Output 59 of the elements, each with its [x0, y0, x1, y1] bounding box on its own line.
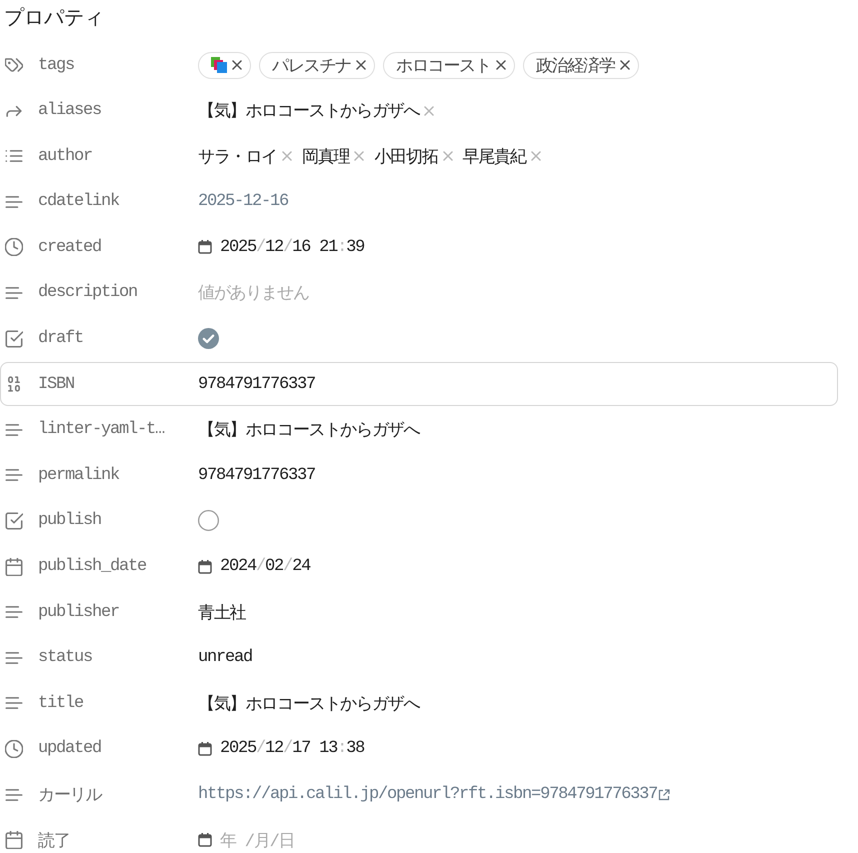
books-icon [211, 57, 227, 73]
link[interactable]: 2025-12-16 [198, 192, 288, 212]
property-name: created [38, 238, 102, 257]
close-icon[interactable] [356, 60, 366, 70]
property-name: title [38, 694, 84, 713]
property-name: publish [38, 511, 102, 530]
property-name: カーリル [38, 786, 102, 806]
date-field[interactable]: 2025/12/17 13:38 [198, 739, 364, 758]
property-value[interactable]: unread [198, 648, 252, 668]
property-value[interactable]: 9784791776337 [198, 374, 316, 394]
property-name: publisher [38, 602, 120, 622]
close-icon[interactable] [232, 60, 242, 70]
clock-icon[interactable] [5, 238, 23, 256]
property-name: description [38, 283, 138, 302]
checkbox[interactable] [198, 328, 219, 350]
property-value[interactable]: 青土社 [198, 600, 246, 624]
close-icon[interactable] [496, 60, 506, 70]
calendar-icon[interactable] [198, 240, 212, 254]
close-icon[interactable] [620, 60, 630, 70]
property-value[interactable]: 【気】ホロコーストからガザへ [198, 692, 420, 715]
calendar-icon[interactable] [198, 742, 212, 756]
property-value[interactable]: 9784791776337 [198, 466, 316, 485]
checkbox[interactable] [198, 510, 219, 532]
property-name: author [38, 146, 92, 166]
property-name: tags [38, 56, 74, 74]
date-field[interactable]: 2025/12/16 21:39 [198, 238, 364, 257]
checkbox-icon[interactable] [5, 330, 23, 348]
external-link-icon [658, 788, 670, 800]
tag-pill[interactable] [198, 52, 251, 78]
list-value[interactable]: 早尾貴紀 [462, 144, 526, 168]
checkbox-icon[interactable] [5, 512, 23, 530]
list-value[interactable]: 小田切拓 [374, 144, 438, 168]
property-name: ISBN [38, 374, 74, 394]
property-name: permalink [38, 466, 120, 485]
property-name: draft [38, 329, 84, 348]
link[interactable]: https://api.calil.jp/openurl?rft.isbn=9784791776337 [198, 785, 670, 804]
calendar-icon[interactable] [198, 833, 212, 848]
tag-pill[interactable]: ホロコースト [383, 52, 515, 78]
property-name: updated [38, 739, 102, 758]
property-name: cdatelink [38, 192, 120, 212]
property-name: status [38, 648, 92, 668]
calendar-icon[interactable] [5, 558, 23, 576]
property-name: 読了 [38, 831, 70, 852]
tags-icon[interactable] [5, 56, 23, 74]
list-value[interactable]: サラ・ロイ [198, 144, 278, 168]
calendar-icon[interactable] [198, 560, 212, 574]
clock-icon[interactable] [5, 740, 23, 758]
date-field[interactable]: 2024/02/24 [198, 557, 310, 576]
calendar-icon[interactable] [5, 831, 23, 850]
list-value[interactable]: 岡真理 [302, 144, 350, 168]
property-name: linter-yaml-t… [38, 420, 164, 440]
panel-title: プロパティ [3, 6, 104, 31]
binary-icon[interactable] [5, 375, 23, 394]
property-value[interactable]: 【気】ホロコーストからガザへ [198, 418, 420, 442]
property-name: aliases [38, 101, 102, 120]
tag-pill[interactable]: パレスチナ [259, 52, 376, 78]
tag-pill[interactable]: 政治経済学 [522, 52, 639, 78]
property-name: publish_date [38, 557, 146, 576]
list-value[interactable]: 【気】ホロコーストからガザへ [198, 99, 420, 122]
